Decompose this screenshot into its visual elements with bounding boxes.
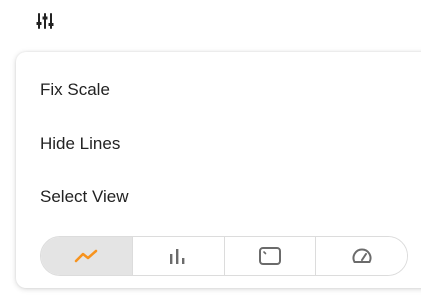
view-option-line[interactable] bbox=[41, 237, 132, 275]
view-selector bbox=[40, 236, 408, 276]
area-chart-icon bbox=[258, 246, 282, 266]
line-chart-icon bbox=[74, 248, 98, 264]
gauge-icon bbox=[351, 247, 373, 265]
menu-item-select-view: Select View bbox=[40, 187, 129, 206]
view-option-gauge[interactable] bbox=[315, 237, 407, 275]
sliders-icon[interactable] bbox=[35, 12, 55, 30]
bar-chart-icon bbox=[169, 248, 187, 264]
menu-item-fix-scale[interactable]: Fix Scale bbox=[40, 80, 110, 100]
chart-options-menu: Fix Scale Hide Lines Select View bbox=[16, 52, 421, 288]
menu-item-hide-lines[interactable]: Hide Lines bbox=[40, 134, 120, 154]
view-option-bar[interactable] bbox=[131, 237, 224, 275]
view-option-area[interactable] bbox=[223, 237, 316, 275]
chart-settings-page: Fix Scale Hide Lines Select View bbox=[0, 0, 421, 298]
